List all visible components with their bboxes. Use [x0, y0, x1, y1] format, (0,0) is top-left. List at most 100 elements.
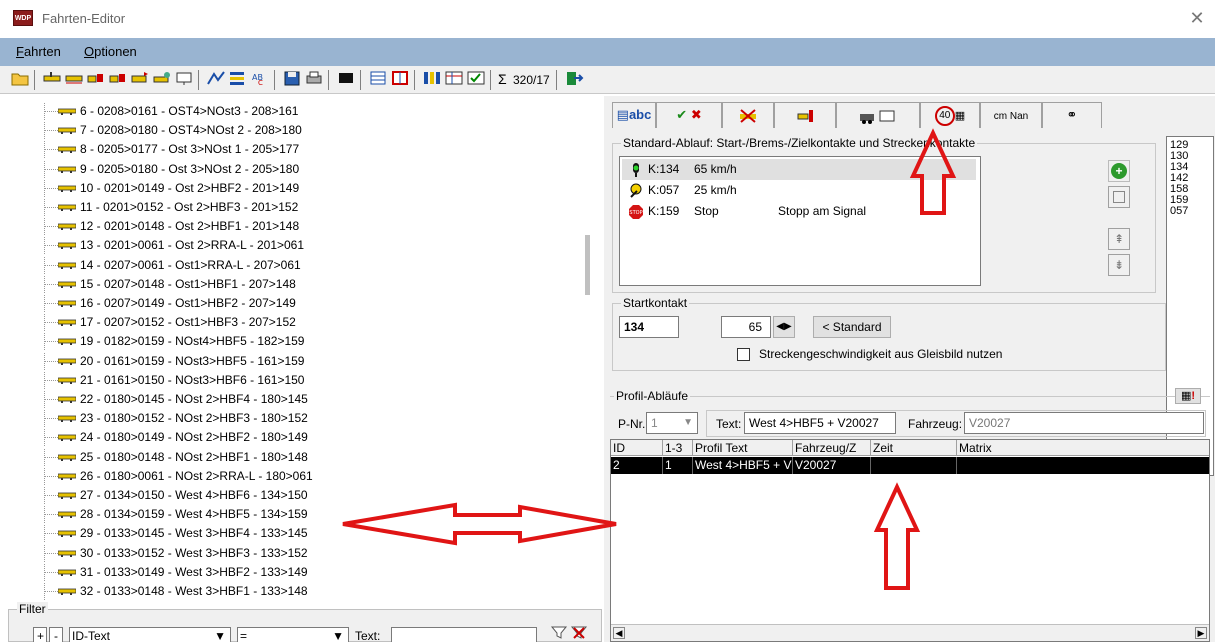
- train-red-icon[interactable]: [86, 70, 106, 90]
- tab-locomotive[interactable]: [836, 102, 920, 128]
- tree-item[interactable]: 20 - 0161>0159 - NOst3>HBF5 - 161>159: [0, 352, 580, 370]
- tree-item[interactable]: 19 - 0182>0159 - NOst4>HBF5 - 182>159: [0, 333, 580, 351]
- exit-icon[interactable]: [564, 70, 584, 90]
- tree-item[interactable]: 22 - 0180>0145 - NOst 2>HBF4 - 180>145: [0, 391, 580, 408]
- columns-icon[interactable]: [422, 70, 442, 90]
- profile-warning-button[interactable]: ▦!: [1175, 388, 1201, 404]
- tree-item[interactable]: 29 - 0133>0145 - West 3>HBF4 - 133>145: [0, 525, 580, 543]
- start-speed-input[interactable]: 65: [721, 316, 771, 338]
- list-item[interactable]: STOP K:159 Stop Stopp am Signal: [622, 201, 976, 222]
- tree-item[interactable]: 24 - 0180>0149 - NOst 2>HBF2 - 180>149: [0, 429, 580, 447]
- start-contact-input[interactable]: 134: [619, 316, 679, 338]
- table-row[interactable]: 2 1 West 4>HBF5 + V20027 V20027: [611, 457, 1209, 474]
- list-icon[interactable]: [228, 70, 248, 90]
- tree-item[interactable]: 11 - 0201>0152 - Ost 2>HBF3 - 201>152: [0, 199, 580, 216]
- tree-item[interactable]: 21 - 0161>0150 - NOst3>HBF6 - 161>150: [0, 371, 580, 389]
- tree-item[interactable]: 12 - 0201>0148 - Ost 2>HBF1 - 201>148: [0, 218, 580, 236]
- tree-item[interactable]: 23 - 0180>0152 - NOst 2>HBF3 - 180>152: [0, 410, 580, 428]
- scroll-left-icon[interactable]: ◀: [613, 627, 625, 639]
- list-item[interactable]: K:057 25 km/h: [622, 180, 976, 201]
- col-profil-text[interactable]: Profil Text: [693, 440, 793, 456]
- save-icon[interactable]: [282, 70, 302, 90]
- tree-scrollbar-thumb[interactable]: [585, 235, 590, 295]
- vehicle-input[interactable]: V20027: [964, 412, 1204, 434]
- menu-optionen[interactable]: Optionen: [84, 44, 137, 59]
- standard-button[interactable]: < Standard: [813, 316, 891, 338]
- checklist-icon[interactable]: [466, 70, 486, 90]
- table-edit-icon[interactable]: [444, 70, 464, 90]
- tab-measure[interactable]: cm Nan: [980, 102, 1042, 128]
- tree-item-label: 13 - 0201>0061 - Ost 2>RRA-L - 201>061: [80, 238, 305, 253]
- split-view-icon[interactable]: [390, 70, 410, 90]
- abc-sort-icon[interactable]: AB C: [250, 70, 270, 90]
- grid-view-icon[interactable]: [368, 70, 388, 90]
- filter-operator-select[interactable]: = ▼: [237, 627, 349, 642]
- profile-grid[interactable]: ID 1-3 Profil Text Fahrzeug/Z Zeit Matri…: [610, 439, 1210, 642]
- tree-item[interactable]: 26 - 0180>0061 - NOst 2>RRA-L - 180>061: [0, 467, 580, 485]
- filter-clear-icon[interactable]: [569, 624, 589, 642]
- tree-item[interactable]: 28 - 0134>0159 - West 4>HBF5 - 134>159: [0, 506, 580, 524]
- train-flag-icon[interactable]: [130, 70, 150, 90]
- streckengeschwindigkeit-checkbox[interactable]: [737, 348, 750, 361]
- pnr-select[interactable]: 1 ▼: [646, 412, 698, 434]
- remove-contact-button[interactable]: [1108, 186, 1130, 208]
- tree-item[interactable]: 14 - 0207>0061 - Ost1>RRA-L - 207>061: [0, 256, 580, 274]
- profile-text-input[interactable]: West 4>HBF5 + V20027: [744, 412, 896, 434]
- list-item[interactable]: 057: [1170, 206, 1213, 217]
- col-zeit[interactable]: Zeit: [871, 440, 957, 456]
- move-up-button[interactable]: ⇞: [1108, 228, 1130, 250]
- col-n[interactable]: 1-3: [663, 440, 693, 456]
- tree-item[interactable]: 17 - 0207>0152 - Ost1>HBF3 - 207>152: [0, 314, 580, 332]
- tab-signal[interactable]: [774, 102, 836, 128]
- tree-item[interactable]: 6 - 0208>0161 - OST4>NOst3 - 208>161: [0, 103, 580, 120]
- col-matrix[interactable]: Matrix: [957, 440, 1209, 456]
- add-contact-button[interactable]: +: [1108, 160, 1130, 182]
- tree-item[interactable]: 31 - 0133>0149 - West 3>HBF2 - 133>149: [0, 563, 580, 581]
- speed-spinner[interactable]: ◀▶: [773, 316, 795, 338]
- menu-fahrten[interactable]: Fahrten: [16, 44, 61, 59]
- tree-item[interactable]: 13 - 0201>0061 - Ost 2>RRA-L - 201>061: [0, 237, 580, 255]
- filter-apply-icon[interactable]: [549, 624, 569, 642]
- tree-item[interactable]: 9 - 0205>0180 - Ost 3>NOst 2 - 205>180: [0, 160, 580, 178]
- train-new-icon[interactable]: [42, 70, 62, 90]
- train-icon: [58, 242, 76, 250]
- list-item[interactable]: K:134 65 km/h: [622, 159, 976, 180]
- filter-remove-button[interactable]: -: [49, 627, 63, 642]
- col-fahrzeug[interactable]: Fahrzeug/Z: [793, 440, 871, 456]
- filter-field-select[interactable]: ID-Text ▼: [69, 627, 231, 642]
- tab-check-cross[interactable]: ✔ ✖: [656, 102, 722, 128]
- tree-item[interactable]: 15 - 0207>0148 - Ost1>HBF1 - 207>148: [0, 275, 580, 293]
- tree-item-label: 31 - 0133>0149 - West 3>HBF2 - 133>149: [80, 564, 308, 579]
- tree-connector: [44, 149, 58, 151]
- filter-add-button[interactable]: +: [33, 627, 47, 642]
- tree-item[interactable]: 7 - 0208>0180 - OST4>NOst 2 - 208>180: [0, 122, 580, 140]
- tab-crossed-train[interactable]: [722, 102, 774, 128]
- cell-id: 2: [611, 457, 663, 474]
- train-copy-icon[interactable]: [64, 70, 84, 90]
- move-down-button[interactable]: ⇟: [1108, 254, 1130, 276]
- tree-item[interactable]: 10 - 0201>0149 - Ost 2>HBF2 - 201>149: [0, 179, 580, 197]
- tab-list-abc[interactable]: ▤abc: [612, 102, 656, 128]
- col-id[interactable]: ID: [611, 440, 663, 456]
- train-delete-icon[interactable]: [108, 70, 128, 90]
- horizontal-scrollbar[interactable]: ◀ ▶: [611, 624, 1209, 641]
- sign-icon[interactable]: [174, 70, 194, 90]
- print-icon[interactable]: [304, 70, 324, 90]
- tree-item[interactable]: 16 - 0207>0149 - Ost1>HBF2 - 207>149: [0, 295, 580, 312]
- tab-speed-limit[interactable]: 40 ▦: [920, 102, 980, 128]
- train-icon: [58, 127, 76, 135]
- tab-search[interactable]: ⚭: [1042, 102, 1102, 128]
- close-button[interactable]: ✕: [1187, 8, 1207, 28]
- tree-item[interactable]: 27 - 0134>0150 - West 4>HBF6 - 134>150: [0, 487, 580, 504]
- display-icon[interactable]: [336, 70, 356, 90]
- tree-item[interactable]: 8 - 0205>0177 - Ost 3>NOst 1 - 205>177: [0, 141, 580, 159]
- tree-item[interactable]: 30 - 0133>0152 - West 3>HBF3 - 133>152: [0, 544, 580, 562]
- tree-item[interactable]: 25 - 0180>0148 - NOst 2>HBF1 - 180>148: [0, 448, 580, 466]
- chart-icon[interactable]: [206, 70, 226, 90]
- train-tool-icon[interactable]: [152, 70, 172, 90]
- scroll-right-icon[interactable]: ▶: [1195, 627, 1207, 639]
- filter-text-input[interactable]: [391, 627, 537, 642]
- tree-item[interactable]: 32 - 0133>0148 - West 3>HBF1 - 133>148: [0, 583, 580, 600]
- folder-icon[interactable]: [10, 70, 30, 90]
- contact-list[interactable]: K:134 65 km/h K:057 25 km/h STOP K:159 Stop Sto…: [619, 156, 981, 286]
